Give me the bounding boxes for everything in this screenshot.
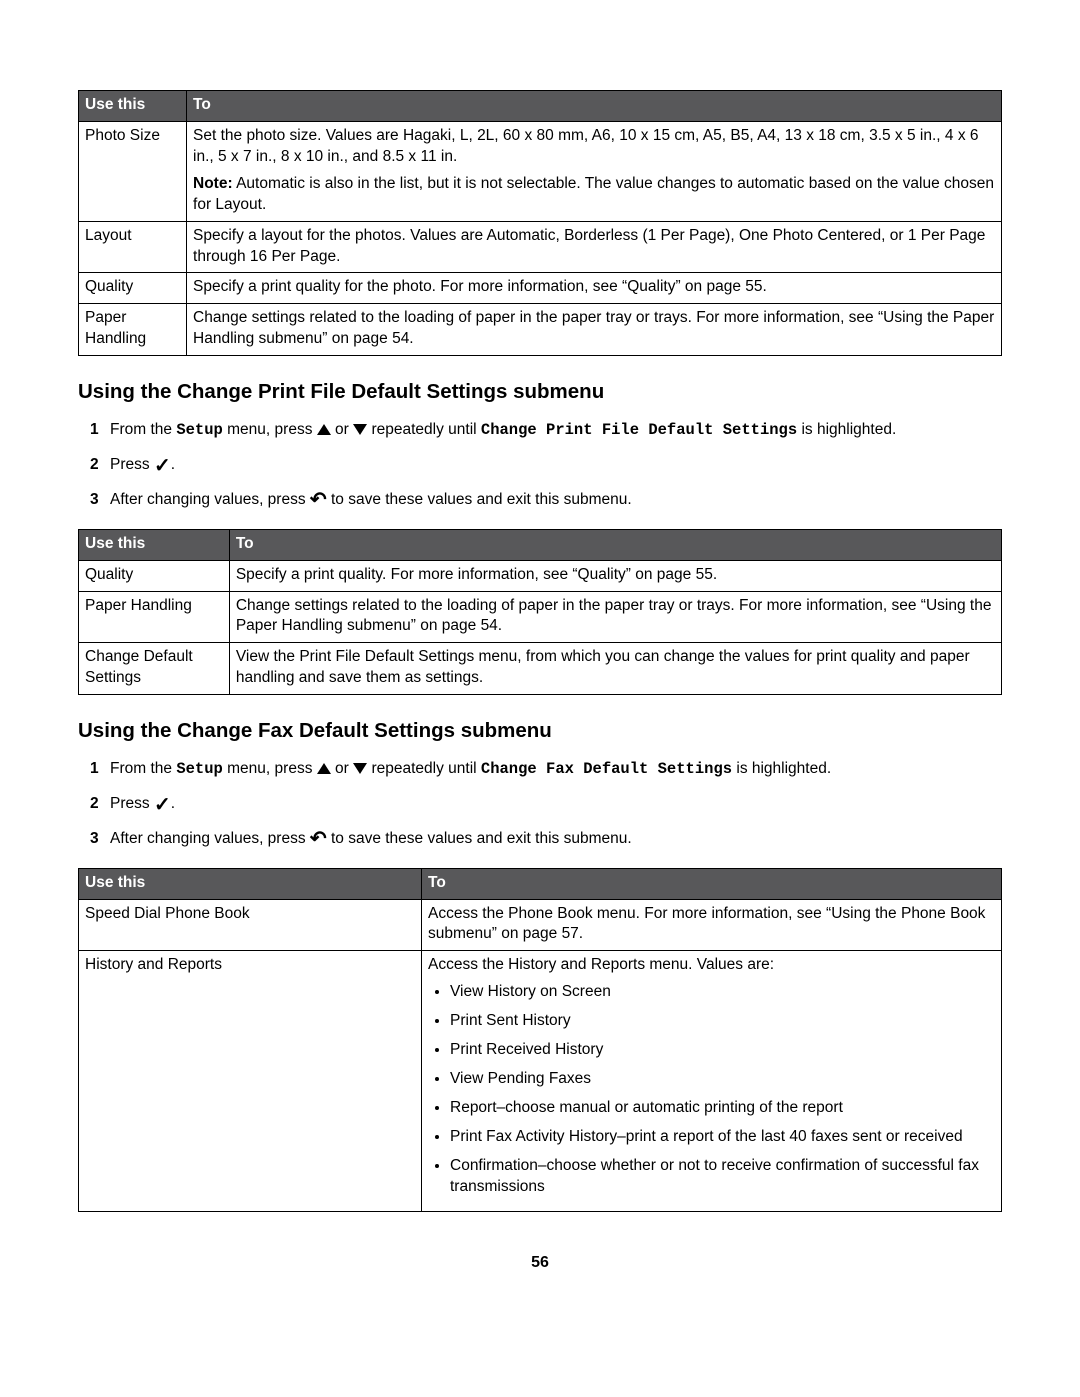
list-item: View Pending Faxes bbox=[450, 1069, 995, 1090]
list-item: Print Received History bbox=[450, 1040, 995, 1061]
page-number: 56 bbox=[78, 1252, 1002, 1274]
table-fax-settings: Use this To Speed Dial Phone Book Access… bbox=[78, 868, 1002, 1212]
table-cell: Specify a print quality. For more inform… bbox=[229, 560, 1001, 591]
table-photo-settings: Use this To Photo Size Set the photo siz… bbox=[78, 90, 1002, 356]
up-arrow-icon bbox=[317, 763, 331, 774]
table-cell: Specify a layout for the photos. Values … bbox=[187, 221, 1002, 273]
table-header: Use this bbox=[79, 91, 187, 122]
steps-list: 1 From the Setup menu, press or repeated… bbox=[90, 759, 1002, 850]
back-icon: ↶ bbox=[310, 494, 327, 506]
up-arrow-icon bbox=[317, 424, 331, 435]
table-header: To bbox=[422, 868, 1002, 899]
list-item: 2 Press ✓. bbox=[90, 794, 1002, 815]
table-cell: Quality bbox=[79, 560, 230, 591]
list-item: Print Fax Activity History–print a repor… bbox=[450, 1127, 995, 1148]
list-item: Print Sent History bbox=[450, 1011, 995, 1032]
section-heading: Using the Change Fax Default Settings su… bbox=[78, 717, 1002, 745]
check-icon: ✓ bbox=[154, 461, 171, 471]
table-header: Use this bbox=[79, 529, 230, 560]
table-row: Change Default Settings View the Print F… bbox=[79, 643, 1002, 695]
list-item: View History on Screen bbox=[450, 982, 995, 1003]
table-cell: Paper Handling bbox=[79, 304, 187, 356]
back-icon: ↶ bbox=[310, 833, 327, 845]
table-row: Paper Handling Change settings related t… bbox=[79, 591, 1002, 643]
list-item: 3 After changing values, press ↶ to save… bbox=[90, 490, 1002, 511]
table-header: Use this bbox=[79, 868, 422, 899]
table-cell: Access the Phone Book menu. For more inf… bbox=[422, 899, 1002, 951]
table-cell: View the Print File Default Settings men… bbox=[229, 643, 1001, 695]
table-row: Paper Handling Change settings related t… bbox=[79, 304, 1002, 356]
table-cell: Access the History and Reports menu. Val… bbox=[422, 951, 1002, 1211]
table-row: Speed Dial Phone Book Access the Phone B… bbox=[79, 899, 1002, 951]
table-row: Quality Specify a print quality for the … bbox=[79, 273, 1002, 304]
table-cell: Layout bbox=[79, 221, 187, 273]
list-item: 3 After changing values, press ↶ to save… bbox=[90, 829, 1002, 850]
table-cell: Change Default Settings bbox=[79, 643, 230, 695]
bullet-list: View History on Screen Print Sent Histor… bbox=[428, 982, 995, 1197]
steps-list: 1 From the Setup menu, press or repeated… bbox=[90, 420, 1002, 511]
list-item: 1 From the Setup menu, press or repeated… bbox=[90, 420, 1002, 441]
table-print-file-settings: Use this To Quality Specify a print qual… bbox=[78, 529, 1002, 696]
table-cell: Specify a print quality for the photo. F… bbox=[187, 273, 1002, 304]
table-cell: Photo Size bbox=[79, 121, 187, 221]
table-row: Photo Size Set the photo size. Values ar… bbox=[79, 121, 1002, 221]
check-icon: ✓ bbox=[154, 800, 171, 810]
table-row: History and Reports Access the History a… bbox=[79, 951, 1002, 1211]
table-cell: Speed Dial Phone Book bbox=[79, 899, 422, 951]
list-item: Report–choose manual or automatic printi… bbox=[450, 1098, 995, 1119]
table-row: Layout Specify a layout for the photos. … bbox=[79, 221, 1002, 273]
table-cell: Paper Handling bbox=[79, 591, 230, 643]
table-row: Quality Specify a print quality. For mor… bbox=[79, 560, 1002, 591]
down-arrow-icon bbox=[353, 424, 367, 435]
table-cell: Set the photo size. Values are Hagaki, L… bbox=[187, 121, 1002, 221]
table-cell: Change settings related to the loading o… bbox=[229, 591, 1001, 643]
table-cell: History and Reports bbox=[79, 951, 422, 1211]
list-item: Confirmation–choose whether or not to re… bbox=[450, 1156, 995, 1198]
down-arrow-icon bbox=[353, 763, 367, 774]
note-label: Note: bbox=[193, 175, 233, 192]
table-header: To bbox=[229, 529, 1001, 560]
table-cell: Change settings related to the loading o… bbox=[187, 304, 1002, 356]
table-header: To bbox=[187, 91, 1002, 122]
section-heading: Using the Change Print File Default Sett… bbox=[78, 378, 1002, 406]
table-cell: Quality bbox=[79, 273, 187, 304]
list-item: 1 From the Setup menu, press or repeated… bbox=[90, 759, 1002, 780]
list-item: 2 Press ✓. bbox=[90, 455, 1002, 476]
